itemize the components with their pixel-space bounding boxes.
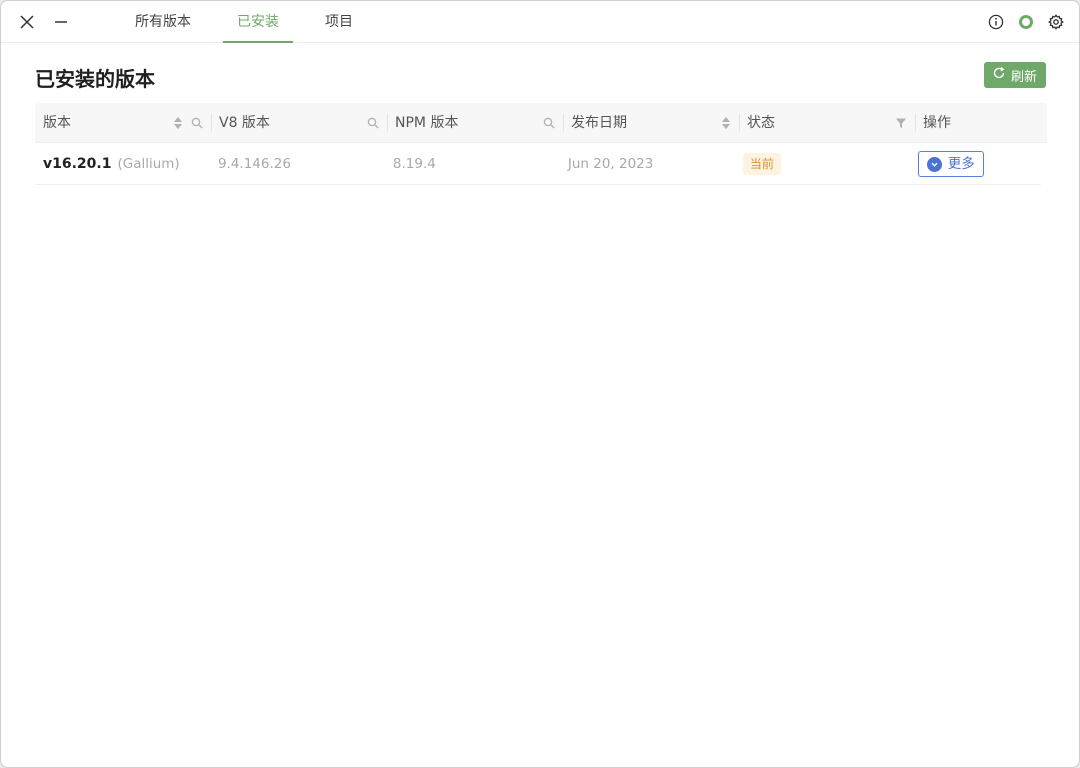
column-label: 状态: [747, 115, 775, 131]
gear-icon[interactable]: [1047, 13, 1065, 31]
info-icon[interactable]: [987, 13, 1005, 31]
table-header: 版本 V8 版本 NPM 版本 发布日期 状态 操作: [35, 103, 1047, 143]
sort-icon[interactable]: [721, 116, 731, 130]
status-badge: 当前: [742, 153, 781, 175]
column-label: V8 版本: [219, 115, 270, 131]
status-cell: 当前: [735, 143, 910, 185]
search-icon[interactable]: [367, 117, 379, 129]
column-header-npm: NPM 版本: [387, 103, 563, 143]
sort-icon[interactable]: [173, 116, 183, 130]
column-header-date: 发布日期: [563, 103, 739, 143]
version-number: v16.20.1: [43, 156, 112, 172]
tab-installed[interactable]: 已安装: [223, 1, 293, 43]
tab-projects[interactable]: 项目: [311, 1, 367, 43]
chevron-down-icon: [926, 156, 942, 172]
page-title: 已安装的版本: [35, 67, 155, 91]
more-button[interactable]: 更多: [917, 151, 984, 177]
filter-icon[interactable]: [895, 117, 907, 129]
version-cell: v16.20.1 (Gallium): [35, 143, 210, 185]
table-row: v16.20.1 (Gallium) 9.4.146.26 8.19.4 Jun …: [35, 143, 1041, 185]
title-bar: 所有版本 已安装 项目: [1, 1, 1079, 43]
column-header-actions: 操作: [915, 103, 1047, 143]
versions-table: 版本 V8 版本 NPM 版本 发布日期 状态 操作 v16.20.1 (Gal…: [35, 103, 1047, 185]
close-icon[interactable]: [15, 10, 39, 34]
column-label: 发布日期: [571, 115, 627, 131]
npm-version-cell: 8.19.4: [392, 156, 436, 172]
version-codename: (Gallium): [117, 156, 180, 172]
search-icon[interactable]: [191, 117, 203, 129]
actions-cell: 更多: [910, 143, 1041, 185]
search-icon[interactable]: [543, 117, 555, 129]
minimize-icon[interactable]: [49, 10, 73, 34]
column-header-version: 版本: [35, 103, 211, 143]
tab-bar: 所有版本 已安装 项目: [121, 1, 385, 43]
refresh-label: 刷新: [1010, 69, 1037, 85]
v8-version-cell: 9.4.146.26: [217, 156, 291, 172]
refresh-button[interactable]: 刷新: [983, 62, 1046, 88]
refresh-icon: [992, 66, 1006, 84]
toolbar-icons: [987, 13, 1065, 31]
more-label: 更多: [947, 156, 975, 172]
column-label: 版本: [43, 115, 71, 131]
tab-all-versions[interactable]: 所有版本: [121, 1, 205, 43]
column-label: 操作: [923, 115, 951, 131]
release-date-cell: Jun 20, 2023: [567, 156, 654, 172]
app-window: 所有版本 已安装 项目 已安装的版本 刷新 版本 V8 版本 NPM 版本 发布…: [0, 0, 1080, 768]
column-header-v8: V8 版本: [211, 103, 387, 143]
status-ring-icon[interactable]: [1017, 13, 1035, 31]
column-header-status: 状态: [739, 103, 915, 143]
column-label: NPM 版本: [395, 115, 459, 131]
